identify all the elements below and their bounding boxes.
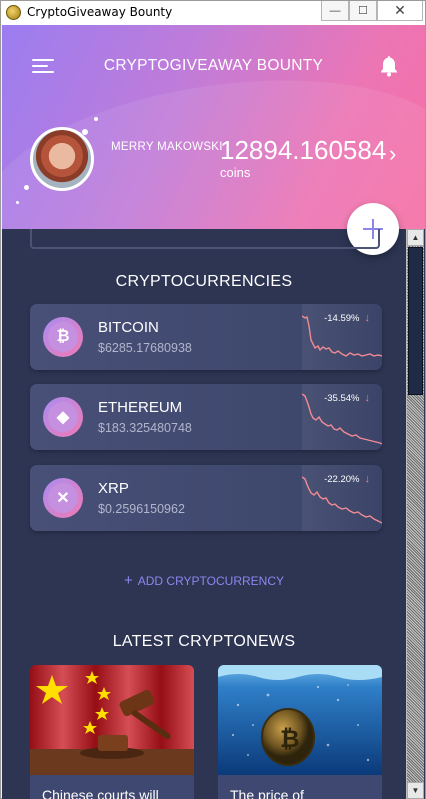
coin-price: $6285.17680938	[98, 341, 192, 355]
decor-dot	[82, 129, 88, 135]
app-window: CryptoGiveaway Bounty — ☐ ✕ CRYPTOGIVEAW…	[0, 0, 426, 799]
coin-name: XRP	[98, 480, 129, 497]
restore-button[interactable]: ☐	[349, 1, 377, 21]
coin-balance[interactable]: 12894.160584	[220, 135, 386, 166]
coin-balance-unit: coins	[220, 165, 251, 180]
coin-name: ETHEREUM	[98, 399, 183, 416]
svg-text:₿: ₿	[280, 725, 300, 753]
arrow-down-icon: ↓	[364, 473, 371, 485]
section-title-cryptocurrencies: CRYPTOCURRENCIES	[115, 273, 293, 290]
sparkline-xrp: -22.20% ↓	[301, 465, 382, 531]
window-title: CryptoGiveaway Bounty	[27, 5, 173, 19]
window-controls: — ☐ ✕	[321, 1, 423, 21]
add-cryptocurrency-link[interactable]: + ADD CRYPTOCURRENCY	[2, 572, 406, 589]
title-bar: CryptoGiveaway Bounty — ☐ ✕	[1, 1, 425, 25]
crypto-card-xrp[interactable]: ✕ XRP $0.2596150962 -22.20% ↓	[30, 465, 382, 531]
avatar[interactable]	[30, 127, 94, 191]
app-content: CRYPTOGIVEAWAY BOUNTY MERRY MAKOWSKI 128…	[2, 25, 425, 799]
main-content: CRYPTOCURRENCIES ₿ BITCOIN $6285.1768093…	[2, 229, 406, 799]
change-value: -14.59%	[324, 313, 360, 324]
ethereum-icon: ◆	[43, 397, 83, 437]
crypto-card-bitcoin[interactable]: ₿ BITCOIN $6285.17680938 -14.59% ↓	[30, 304, 382, 370]
sparkline-bitcoin: -14.59% ↓	[301, 304, 382, 370]
card-edge	[30, 229, 380, 249]
change-value: -22.20%	[324, 474, 360, 485]
minimize-button[interactable]: —	[321, 1, 349, 21]
change-percent: -22.20% ↓	[324, 473, 370, 485]
username: MERRY MAKOWSKI	[111, 141, 223, 153]
app-logo-icon	[6, 5, 21, 20]
change-percent: -14.59% ↓	[324, 312, 370, 324]
bell-icon[interactable]	[379, 55, 399, 77]
news-title: Chinese courts will consider cases with	[42, 787, 159, 799]
decor-dot	[24, 185, 29, 190]
bitcoin-symbol: ₿	[48, 322, 78, 352]
sparkline-ethereum: -35.54% ↓	[301, 384, 382, 450]
coin-price: $0.2596150962	[98, 502, 185, 516]
china-flag-gavel-image	[30, 665, 194, 775]
scrollbar-thumb[interactable]	[408, 247, 423, 395]
coin-name: BITCOIN	[98, 319, 159, 336]
news-card[interactable]: Chinese courts will consider cases with	[30, 665, 194, 799]
change-value: -35.54%	[324, 393, 360, 404]
decor-dot	[16, 201, 19, 204]
ethereum-symbol: ◆	[48, 402, 78, 432]
add-cryptocurrency-label: ADD CRYPTOCURRENCY	[137, 574, 284, 588]
xrp-icon: ✕	[43, 478, 83, 518]
news-card[interactable]: ₿ The price of cryptocurrencies	[218, 665, 382, 799]
scroll-up-arrow-icon[interactable]: ▲	[407, 229, 424, 246]
scroll-down-arrow-icon[interactable]: ▼	[407, 782, 424, 799]
arrow-down-icon: ↓	[364, 312, 371, 324]
news-title: The price of cryptocurrencies	[230, 787, 304, 799]
header: CRYPTOGIVEAWAY BOUNTY MERRY MAKOWSKI 128…	[2, 25, 425, 229]
coin-price: $183.325480748	[98, 421, 192, 435]
chevron-right-icon[interactable]: ›	[389, 141, 396, 167]
bitcoin-icon: ₿	[43, 317, 83, 357]
page-title: CRYPTOGIVEAWAY BOUNTY	[103, 57, 324, 74]
bitcoin-underwater-image: ₿	[218, 665, 382, 775]
decor-dot	[94, 117, 98, 121]
arrow-down-icon: ↓	[364, 392, 371, 404]
plus-icon: +	[123, 572, 133, 589]
section-title-latest-news: LATEST CRYPTONEWS	[112, 633, 296, 650]
change-percent: -35.54% ↓	[324, 392, 370, 404]
close-button[interactable]: ✕	[377, 1, 423, 21]
scrollbar[interactable]: ▲ ▼	[406, 229, 424, 799]
crypto-card-ethereum[interactable]: ◆ ETHEREUM $183.325480748 -35.54% ↓	[30, 384, 382, 450]
xrp-symbol: ✕	[48, 483, 78, 513]
